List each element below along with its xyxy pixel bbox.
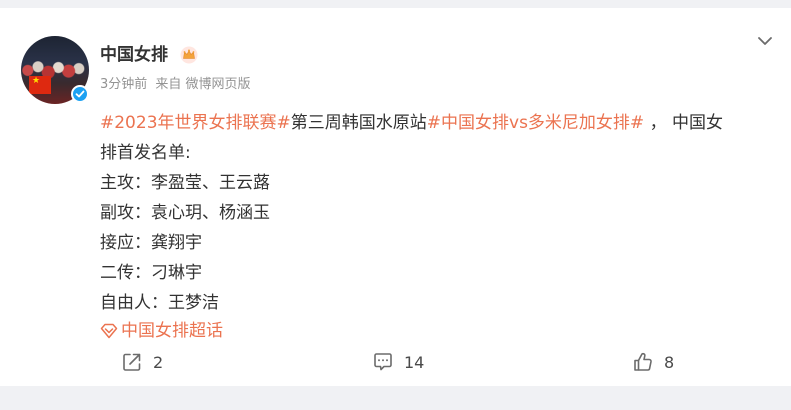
post-source: 来自 微博网页版 xyxy=(155,77,251,92)
weibo-post-card: ★ 中国女排 3分钟前 来自 微博网页版 #2023年世界女排联赛#第三周韩国水… xyxy=(0,8,791,386)
lineup-libero: 自由人：王梦洁 xyxy=(100,293,219,313)
lineup-middle-blockers: 副攻：袁心玥、杨涵玉 xyxy=(100,203,270,223)
comment-icon xyxy=(374,353,392,371)
hashtag-link[interactable]: #中国女排vs多米尼加女排# xyxy=(427,113,644,133)
supertopic-link[interactable]: 中国女排超话 xyxy=(100,316,223,346)
content-text: 第三周韩国水原站 xyxy=(290,113,427,133)
action-bar: 2 14 8 xyxy=(0,347,791,377)
post-time[interactable]: 3分钟前 xyxy=(100,77,147,92)
share-count: 2 xyxy=(153,352,164,372)
like-count: 8 xyxy=(664,352,675,372)
thumbs-up-icon xyxy=(634,352,652,371)
author-name[interactable]: 中国女排 xyxy=(100,44,168,66)
post-meta: 3分钟前 来自 微博网页版 xyxy=(100,76,255,94)
lineup-opposite: 接应：龚翔宇 xyxy=(100,233,202,253)
verified-icon xyxy=(71,85,89,103)
post-content: #2023年世界女排联赛#第三周韩国水原站#中国女排vs多米尼加女排# ， 中国… xyxy=(100,108,770,318)
chevron-down-icon[interactable] xyxy=(756,34,774,48)
comment-button[interactable]: 14 xyxy=(372,347,424,377)
hashtag-link[interactable]: #2023年世界女排联赛# xyxy=(100,113,291,133)
comment-count: 14 xyxy=(404,352,425,372)
lineup-outside-hitters: 主攻：李盈莹、王云蕗 xyxy=(100,173,270,193)
supertopic-label: 中国女排超话 xyxy=(121,321,223,341)
content-text: ， 中国女 xyxy=(644,113,723,133)
like-button[interactable]: 8 xyxy=(632,347,674,377)
lineup-setter: 二传：刁琳宇 xyxy=(100,263,202,283)
crown-icon xyxy=(180,46,198,64)
content-line-1: #2023年世界女排联赛#第三周韩国水原站#中国女排vs多米尼加女排# ， 中国… xyxy=(100,108,770,138)
share-button[interactable]: 2 xyxy=(121,347,163,377)
diamond-icon xyxy=(100,323,118,339)
content-line-2: 排首发名单: xyxy=(100,143,191,163)
share-icon xyxy=(123,353,141,371)
china-flag-icon: ★ xyxy=(29,76,51,94)
